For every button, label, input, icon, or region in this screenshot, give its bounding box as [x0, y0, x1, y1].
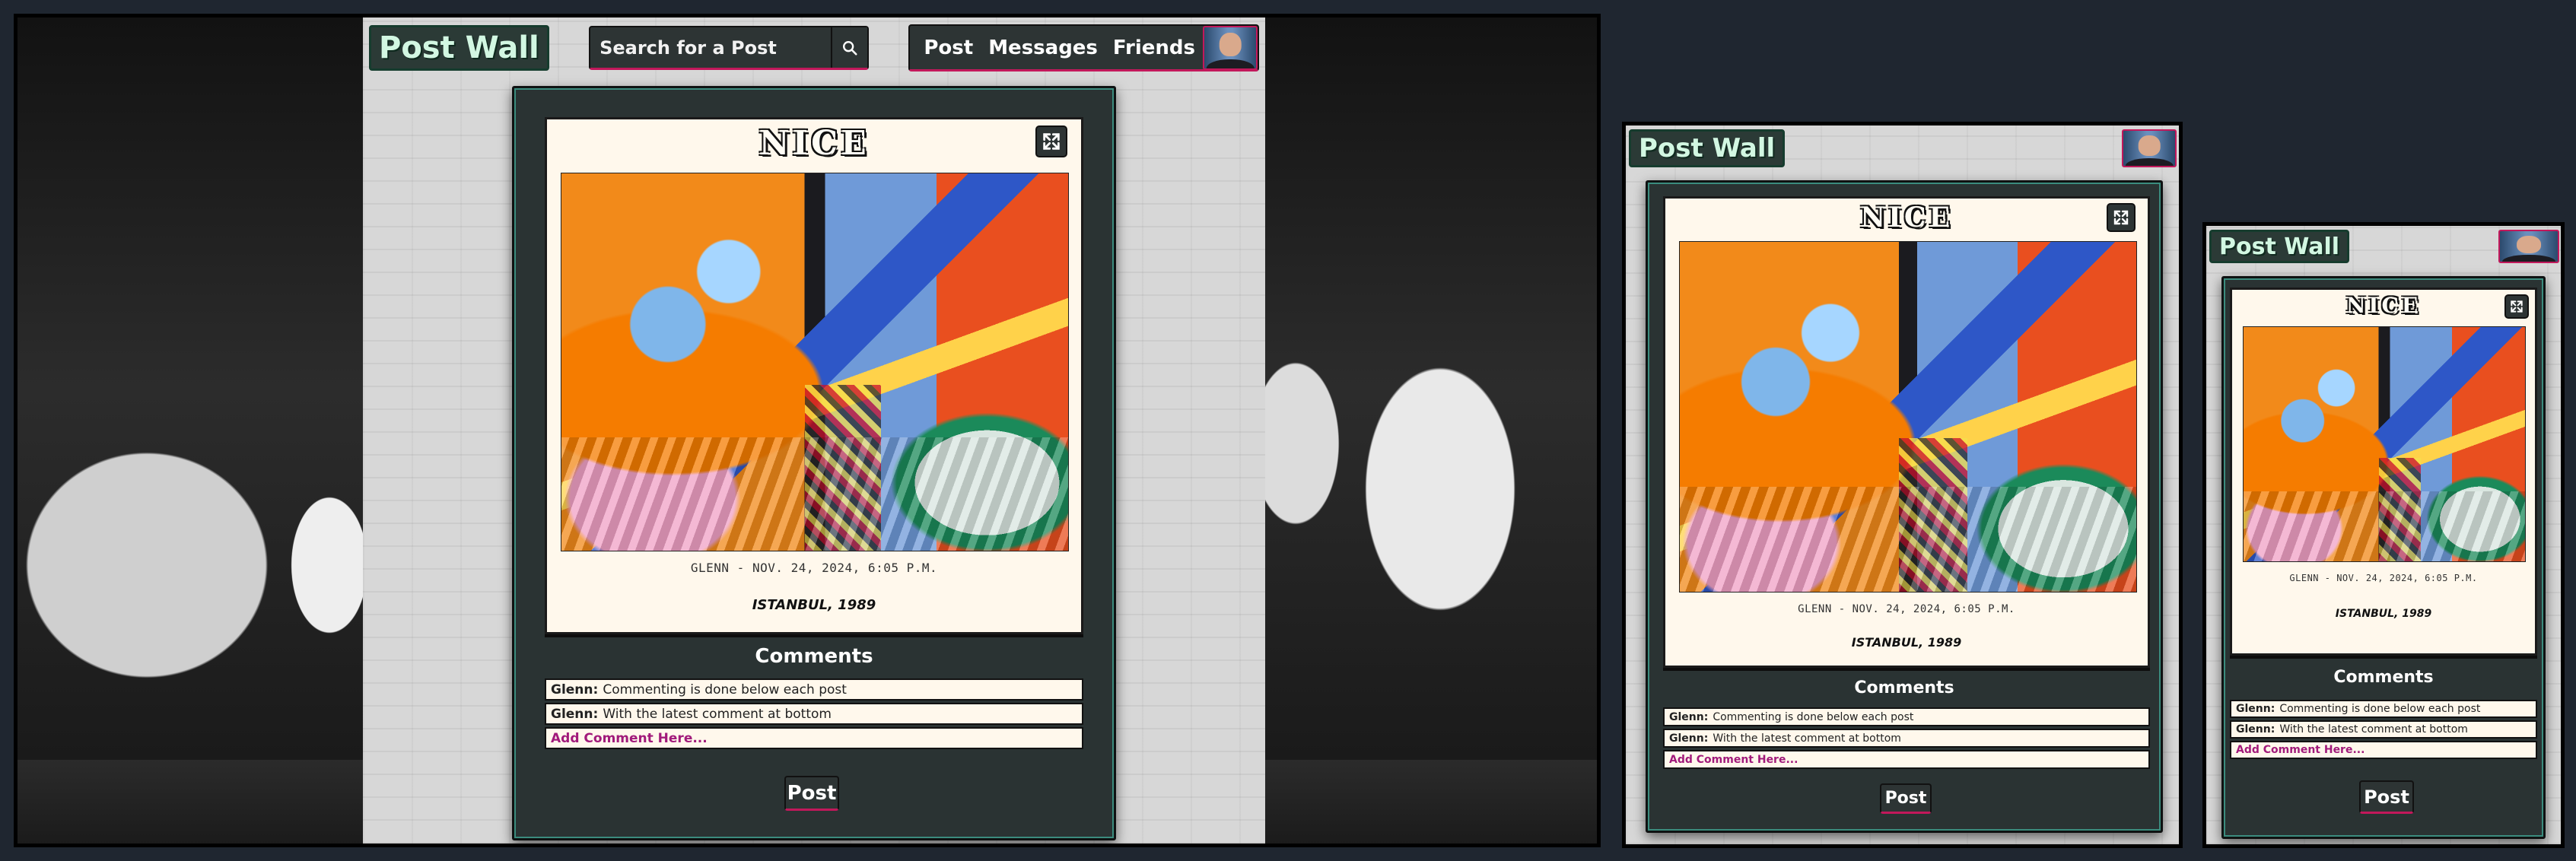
desktop-preview: Post Wall Post Messages Friends NICE GLE…	[14, 14, 1601, 847]
site-logo[interactable]: Post Wall	[1629, 129, 1786, 167]
comment-item: Glenn: With the latest comment at bottom	[1663, 729, 2150, 748]
post-image	[561, 173, 1069, 551]
search-form	[589, 26, 870, 70]
expand-button[interactable]	[2107, 203, 2136, 232]
comment-author: Glenn:	[2236, 723, 2275, 736]
comment-author: Glenn:	[551, 681, 599, 697]
navbar: Post Wall Post Messages Friends	[369, 22, 1259, 74]
post-caption: ISTANBUL, 1989	[2335, 608, 2432, 620]
navbar: Post Wall	[1629, 127, 2177, 170]
comment-item: Glenn: With the latest comment at bottom	[545, 703, 1083, 725]
comment-text: Commenting is done below each post	[2279, 703, 2481, 715]
post-meta: GLENN - NOV. 24, 2024, 6:05 P.M.	[2289, 573, 2478, 583]
comment-author: Glenn:	[1669, 710, 1709, 723]
post-title: NICE	[1860, 202, 1953, 234]
post-content: NICE GLENN - NOV. 24, 2024, 6:05 P.M. IS…	[545, 117, 1083, 634]
expand-button[interactable]	[2504, 294, 2529, 319]
add-comment-label: Add Comment Here...	[2236, 744, 2365, 756]
add-comment-input[interactable]: Add Comment Here...	[2230, 741, 2537, 759]
comment-text: Commenting is done below each post	[1713, 710, 1914, 723]
add-comment-input[interactable]: Add Comment Here...	[1663, 750, 2150, 769]
nav-link-friends[interactable]: Friends	[1105, 37, 1203, 59]
post-title: NICE	[758, 124, 870, 163]
post-meta: GLENN - NOV. 24, 2024, 6:05 P.M.	[690, 561, 938, 575]
post-card: NICE GLENN - NOV. 24, 2024, 6:05 P.M. IS…	[2221, 276, 2546, 839]
comments-heading: Comments	[755, 645, 873, 668]
comments-heading: Comments	[2333, 668, 2434, 687]
post-image	[1679, 241, 2137, 593]
post-card: NICE GLENN - NOV. 24, 2024, 6:05 P.M. IS…	[1646, 180, 2163, 833]
comment-text: With the latest comment at bottom	[1713, 732, 1901, 745]
post-meta: GLENN - NOV. 24, 2024, 6:05 P.M.	[1798, 603, 2015, 615]
comment-list: Glenn: Commenting is done below each pos…	[1663, 707, 2150, 769]
post-comment-button[interactable]: Post	[1880, 783, 1932, 814]
comment-author: Glenn:	[551, 706, 599, 722]
avatar[interactable]	[2122, 129, 2177, 167]
comments-heading: Comments	[1854, 678, 1954, 697]
add-comment-label: Add Comment Here...	[1669, 753, 1798, 766]
avatar[interactable]	[1202, 25, 1258, 70]
expand-icon	[2511, 300, 2523, 313]
comment-item: Glenn: Commenting is done below each pos…	[545, 678, 1083, 701]
post-content: NICE GLENN - NOV. 24, 2024, 6:05 P.M. IS…	[2230, 288, 2537, 656]
nav-menu: Post Messages Friends	[908, 24, 1259, 71]
comment-item: Glenn: Commenting is done below each pos…	[1663, 707, 2150, 726]
post-image	[2243, 326, 2526, 562]
post-caption: ISTANBUL, 1989	[1851, 635, 1962, 650]
expand-icon	[2113, 210, 2129, 225]
comment-list: Glenn: Commenting is done below each pos…	[545, 678, 1083, 749]
comment-author: Glenn:	[2236, 703, 2275, 715]
expand-icon	[1043, 133, 1060, 150]
post-content: NICE GLENN - NOV. 24, 2024, 6:05 P.M. IS…	[1663, 196, 2150, 668]
post-caption: ISTANBUL, 1989	[752, 597, 876, 613]
mobile-preview: Post Wall NICE GLENN - NOV. 24, 2024, 6:…	[2202, 222, 2565, 848]
post-comment-button[interactable]: Post	[2359, 780, 2414, 814]
tablet-preview: Post Wall NICE GLENN - NOV. 24, 2024, 6:…	[1622, 122, 2183, 848]
add-comment-label: Add Comment Here...	[551, 730, 708, 746]
add-comment-input[interactable]: Add Comment Here...	[545, 727, 1083, 749]
site-logo[interactable]: Post Wall	[369, 25, 549, 71]
post-card: NICE GLENN - NOV. 24, 2024, 6:05 P.M. IS…	[512, 86, 1116, 840]
expand-button[interactable]	[1035, 125, 1067, 157]
search-input[interactable]	[590, 27, 832, 68]
comment-text: With the latest comment at bottom	[2279, 723, 2468, 736]
comment-item: Glenn: Commenting is done below each pos…	[2230, 700, 2537, 718]
navbar: Post Wall	[2209, 227, 2559, 265]
site-logo[interactable]: Post Wall	[2209, 230, 2350, 263]
comment-item: Glenn: With the latest comment at bottom	[2230, 720, 2537, 739]
avatar[interactable]	[2498, 230, 2559, 263]
search-icon	[843, 40, 857, 56]
nav-link-post[interactable]: Post	[916, 37, 981, 59]
comment-text: Commenting is done below each post	[603, 681, 847, 697]
nav-link-messages[interactable]: Messages	[981, 37, 1105, 59]
comment-text: With the latest comment at bottom	[603, 706, 832, 722]
comment-author: Glenn:	[1669, 732, 1709, 745]
post-title: NICE	[2345, 293, 2422, 318]
search-button[interactable]	[831, 27, 868, 68]
post-comment-button[interactable]: Post	[784, 776, 839, 811]
comment-list: Glenn: Commenting is done below each pos…	[2230, 700, 2537, 759]
